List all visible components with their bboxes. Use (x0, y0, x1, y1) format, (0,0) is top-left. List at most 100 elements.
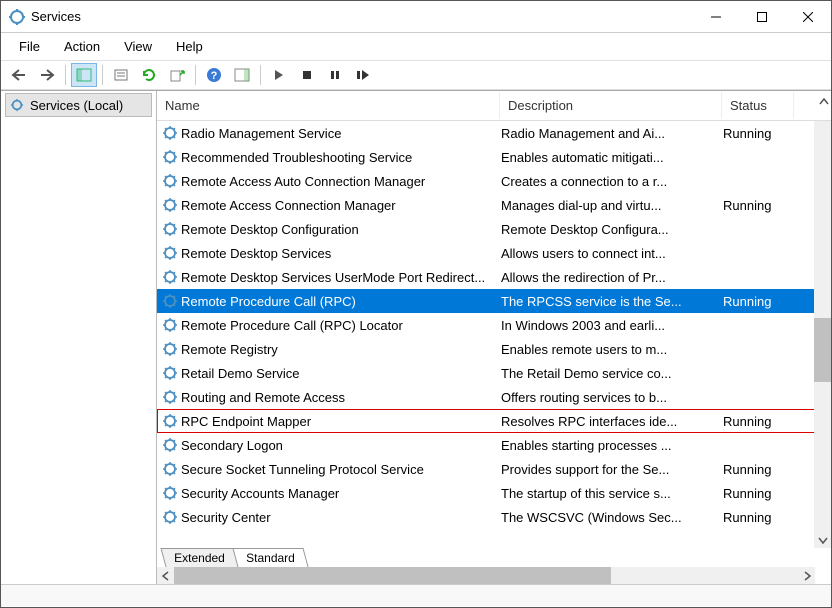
service-description: Radio Management and Ai... (501, 126, 723, 141)
service-row[interactable]: Secure Socket Tunneling Protocol Service… (157, 457, 831, 481)
scrollbar-thumb[interactable] (814, 318, 831, 382)
scroll-up-indicator[interactable] (819, 97, 829, 107)
service-name: Secure Socket Tunneling Protocol Service (181, 462, 501, 477)
gear-icon (161, 268, 179, 286)
gear-icon (161, 436, 179, 454)
gear-icon (161, 148, 179, 166)
service-row[interactable]: Recommended Troubleshooting ServiceEnabl… (157, 145, 831, 169)
gear-icon (161, 388, 179, 406)
service-description: Manages dial-up and virtu... (501, 198, 723, 213)
properties-button[interactable] (108, 63, 134, 87)
title-bar: Services (1, 1, 831, 33)
start-service-button[interactable] (266, 63, 292, 87)
menu-file[interactable]: File (7, 35, 52, 58)
gear-icon (161, 196, 179, 214)
tab-extended[interactable]: Extended (160, 548, 238, 567)
service-description: The RPCSS service is the Se... (501, 294, 723, 309)
gear-icon (161, 364, 179, 382)
service-name: Security Accounts Manager (181, 486, 501, 501)
service-name: Remote Desktop Services (181, 246, 501, 261)
service-name: Security Center (181, 510, 501, 525)
service-row[interactable]: RPC Endpoint MapperResolves RPC interfac… (157, 409, 831, 433)
scrollbar-thumb[interactable] (174, 567, 611, 584)
service-name: Remote Desktop Configuration (181, 222, 501, 237)
menu-action[interactable]: Action (52, 35, 112, 58)
service-row[interactable]: Remote Procedure Call (RPC) LocatorIn Wi… (157, 313, 831, 337)
menu-help[interactable]: Help (164, 35, 215, 58)
close-button[interactable] (785, 1, 831, 33)
gear-icon (161, 292, 179, 310)
gear-icon (161, 412, 179, 430)
scroll-down-arrow[interactable] (814, 531, 831, 548)
gear-icon (161, 460, 179, 478)
service-description: Enables starting processes ... (501, 438, 723, 453)
back-button[interactable] (6, 63, 32, 87)
service-row[interactable]: Security Accounts ManagerThe startup of … (157, 481, 831, 505)
service-row[interactable]: Remote Access Connection ManagerManages … (157, 193, 831, 217)
help-button[interactable]: ? (201, 63, 227, 87)
service-row[interactable]: Secondary LogonEnables starting processe… (157, 433, 831, 457)
scrollbar-track[interactable] (174, 567, 798, 584)
maximize-button[interactable] (739, 1, 785, 33)
restart-service-button[interactable] (350, 63, 376, 87)
tree-node-services-local[interactable]: Services (Local) (5, 93, 152, 117)
service-name: Remote Access Connection Manager (181, 198, 501, 213)
service-description: The Retail Demo service co... (501, 366, 723, 381)
refresh-button[interactable] (136, 63, 162, 87)
stop-service-button[interactable] (294, 63, 320, 87)
window-title: Services (31, 9, 693, 24)
service-status: Running (723, 486, 795, 501)
list-pane: Name Description Status Radio Management… (157, 91, 831, 584)
service-row[interactable]: Remote Desktop Services UserMode Port Re… (157, 265, 831, 289)
service-row[interactable]: Retail Demo ServiceThe Retail Demo servi… (157, 361, 831, 385)
service-description: Enables remote users to m... (501, 342, 723, 357)
service-description: Remote Desktop Configura... (501, 222, 723, 237)
service-status: Running (723, 414, 795, 429)
service-row[interactable]: Remote Desktop ConfigurationRemote Deskt… (157, 217, 831, 241)
service-description: In Windows 2003 and earli... (501, 318, 723, 333)
show-hide-tree-button[interactable] (71, 63, 97, 87)
service-status: Running (723, 198, 795, 213)
toolbar: ? (1, 60, 831, 90)
service-name: Secondary Logon (181, 438, 501, 453)
tab-standard[interactable]: Standard (232, 548, 308, 567)
service-status: Running (723, 294, 795, 309)
toolbar-separator (260, 65, 261, 85)
forward-button[interactable] (34, 63, 60, 87)
service-row[interactable]: Remote Desktop ServicesAllows users to c… (157, 241, 831, 265)
service-status: Running (723, 126, 795, 141)
service-status: Running (723, 462, 795, 477)
tree-pane: Services (Local) (1, 91, 157, 584)
service-row[interactable]: Remote Procedure Call (RPC)The RPCSS ser… (157, 289, 831, 313)
column-header-name[interactable]: Name (157, 92, 500, 119)
service-status: Running (723, 510, 795, 525)
export-button[interactable] (164, 63, 190, 87)
gear-icon (161, 316, 179, 334)
column-header-description[interactable]: Description (500, 92, 722, 119)
service-row[interactable]: Routing and Remote AccessOffers routing … (157, 385, 831, 409)
vertical-scrollbar[interactable] (814, 121, 831, 548)
toolbar-separator (195, 65, 196, 85)
service-list[interactable]: Radio Management ServiceRadio Management… (157, 121, 831, 584)
service-name: Remote Procedure Call (RPC) (181, 294, 501, 309)
gear-icon (161, 340, 179, 358)
service-description: Allows users to connect int... (501, 246, 723, 261)
pause-service-button[interactable] (322, 63, 348, 87)
action-pane-button[interactable] (229, 63, 255, 87)
column-headers: Name Description Status (157, 91, 831, 121)
horizontal-scrollbar[interactable] (157, 567, 815, 584)
service-row[interactable]: Security CenterThe WSCSVC (Windows Sec..… (157, 505, 831, 529)
service-description: The WSCSVC (Windows Sec... (501, 510, 723, 525)
service-row[interactable]: Remote RegistryEnables remote users to m… (157, 337, 831, 361)
scroll-left-arrow[interactable] (157, 567, 174, 584)
scroll-right-arrow[interactable] (798, 567, 815, 584)
service-row[interactable]: Radio Management ServiceRadio Management… (157, 121, 831, 145)
service-row[interactable]: Remote Access Auto Connection ManagerCre… (157, 169, 831, 193)
minimize-button[interactable] (693, 1, 739, 33)
tree-node-label: Services (Local) (30, 98, 123, 113)
scrollbar-track[interactable] (814, 121, 831, 531)
column-header-status[interactable]: Status (722, 92, 794, 119)
gear-icon (161, 172, 179, 190)
menu-view[interactable]: View (112, 35, 164, 58)
app-gear-icon (9, 9, 25, 25)
